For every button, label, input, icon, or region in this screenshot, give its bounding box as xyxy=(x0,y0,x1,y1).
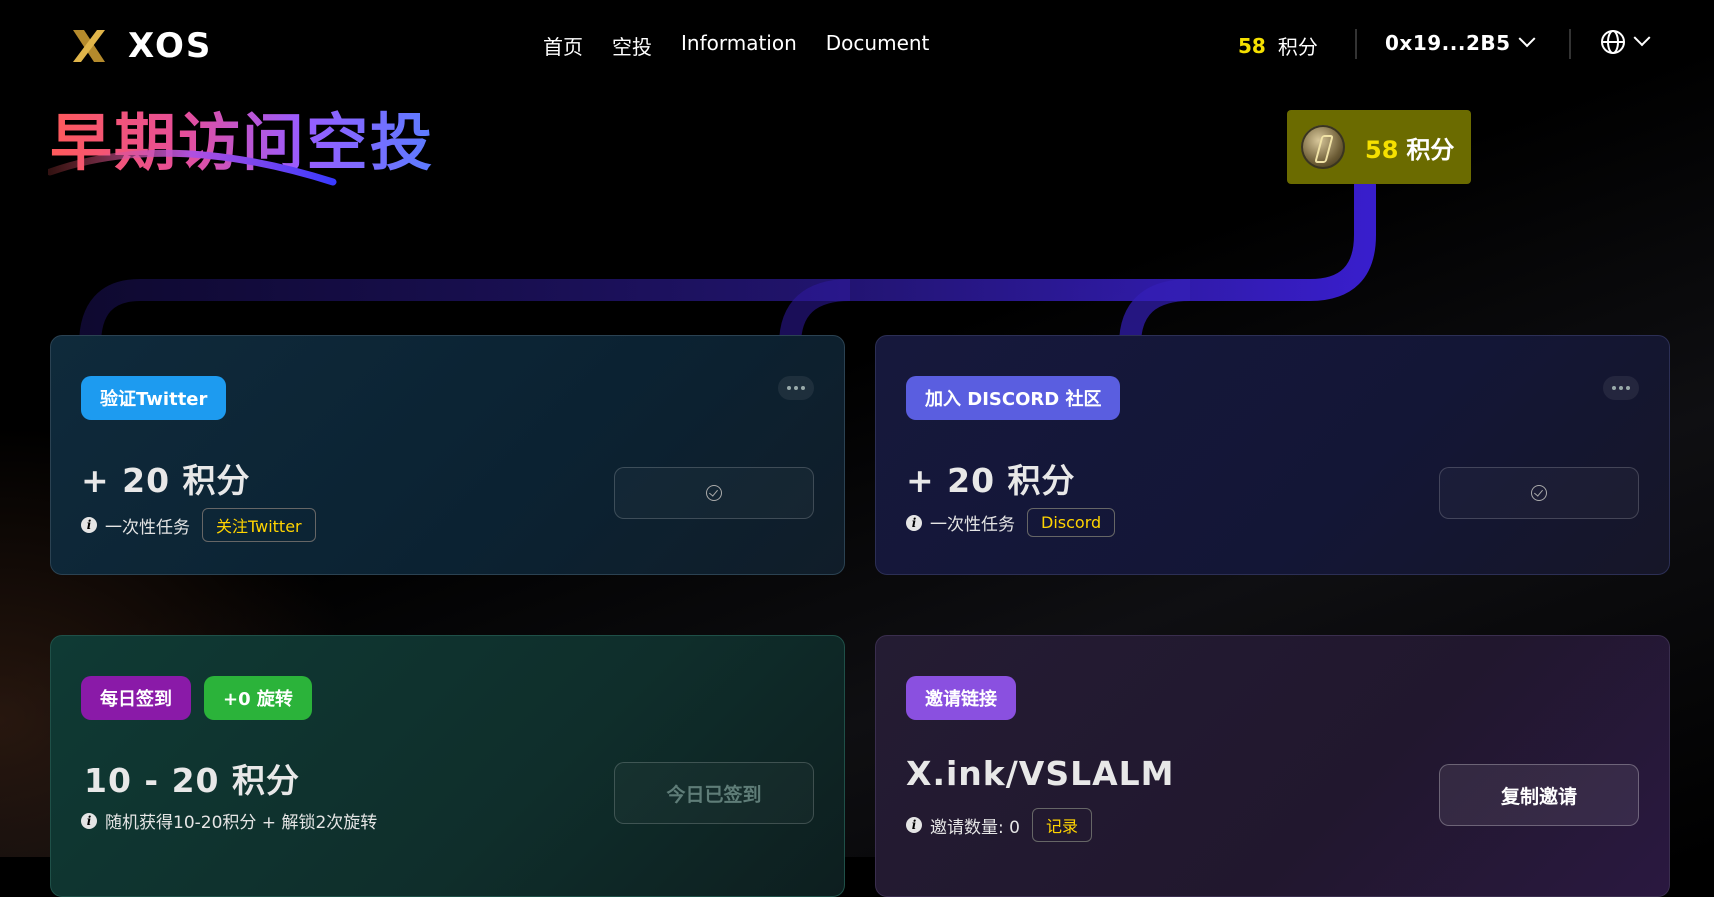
badge-points-value: 58 xyxy=(1365,135,1399,164)
badge-points-unit: 积分 xyxy=(1406,135,1455,164)
info-icon: i xyxy=(81,517,97,533)
invite-link-text: X.ink/VSLALM xyxy=(906,754,1175,793)
header-divider xyxy=(1355,29,1357,59)
spin-tag: +0 旋转 xyxy=(204,676,312,720)
header-divider xyxy=(1569,29,1571,59)
copy-invite-button[interactable]: 复制邀请 xyxy=(1439,764,1639,826)
follow-twitter-link[interactable]: 关注Twitter xyxy=(202,508,316,542)
check-circle-icon xyxy=(1531,485,1547,501)
wallet-dropdown[interactable]: 0x19...2B5 xyxy=(1385,30,1536,55)
invite-tag: 邀请链接 xyxy=(906,676,1016,720)
invite-count: 邀请数量: 0 xyxy=(930,817,1020,838)
checkin-info-text: 随机获得10-20积分 + 解锁2次旋转 xyxy=(105,813,378,833)
nav-airdrop[interactable]: 空投 xyxy=(612,31,652,60)
discord-reward: + 20 积分 xyxy=(906,461,1076,500)
header-points: 58 积分 xyxy=(1238,31,1318,60)
invite-info: i 邀请数量: 0 记录 xyxy=(906,808,1092,842)
logo[interactable]: XOS xyxy=(70,26,212,66)
top-header: XOS 首页 空投 Information Document 58 积分 0x1… xyxy=(0,0,1714,88)
discord-link[interactable]: Discord xyxy=(1027,508,1116,537)
checkin-reward: 10 - 20 积分 xyxy=(84,761,301,800)
task-card-discord: 加入 DISCORD 社区 + 20 积分 i 一次性任务 Discord xyxy=(875,335,1670,575)
copy-invite-label: 复制邀请 xyxy=(1500,785,1577,808)
nav-document[interactable]: Document xyxy=(826,31,930,60)
globe-icon xyxy=(1601,30,1625,54)
more-icon[interactable] xyxy=(778,376,814,400)
header-points-unit: 积分 xyxy=(1277,35,1318,59)
info-icon: i xyxy=(906,817,922,833)
discord-verify-button[interactable] xyxy=(1439,467,1639,519)
coin-icon xyxy=(1301,125,1345,169)
twitter-info-text: 一次性任务 xyxy=(105,517,190,538)
nav-information[interactable]: Information xyxy=(681,31,797,60)
chevron-down-icon xyxy=(1633,29,1651,47)
points-badge: 58 积分 xyxy=(1287,110,1471,184)
twitter-reward: + 20 积分 xyxy=(81,461,251,500)
task-card-invite: 邀请链接 X.ink/VSLALM i 邀请数量: 0 记录 复制邀请 xyxy=(875,635,1670,897)
logo-text: XOS xyxy=(128,26,213,66)
info-icon: i xyxy=(906,514,922,531)
twitter-verify-button[interactable] xyxy=(614,467,814,519)
more-icon[interactable] xyxy=(1603,376,1639,400)
main-nav: 首页 空投 Information Document xyxy=(543,31,958,60)
twitter-task-tag: 验证Twitter xyxy=(81,376,227,420)
checked-in-button[interactable]: 今日已签到 xyxy=(614,762,814,824)
checkin-info: i 随机获得10-20积分 + 解锁2次旋转 xyxy=(81,808,377,833)
discord-info-text: 一次性任务 xyxy=(930,515,1015,535)
wallet-address: 0x19...2B5 xyxy=(1385,31,1511,55)
checked-in-label: 今日已签到 xyxy=(666,783,762,806)
invite-records-link[interactable]: 记录 xyxy=(1031,808,1092,842)
badge-points: 58 积分 xyxy=(1365,130,1454,165)
header-points-value: 58 xyxy=(1238,33,1266,58)
title-swoosh-decoration xyxy=(48,149,337,186)
task-card-daily-checkin: 每日签到 +0 旋转 10 - 20 积分 i 随机获得10-20积分 + 解锁… xyxy=(50,635,845,897)
discord-info: i 一次性任务 Discord xyxy=(906,508,1116,537)
twitter-info: i 一次性任务 关注Twitter xyxy=(81,508,316,542)
check-circle-icon xyxy=(706,485,722,501)
language-selector[interactable] xyxy=(1600,29,1651,55)
nav-home[interactable]: 首页 xyxy=(543,31,583,60)
task-card-twitter: 验证Twitter + 20 积分 i 一次性任务 关注Twitter xyxy=(50,335,845,575)
info-icon: i xyxy=(81,812,97,829)
discord-task-tag: 加入 DISCORD 社区 xyxy=(906,376,1121,420)
checkin-tag: 每日签到 xyxy=(81,676,191,720)
xos-logo-icon xyxy=(73,30,105,62)
chevron-down-icon xyxy=(1518,30,1536,48)
